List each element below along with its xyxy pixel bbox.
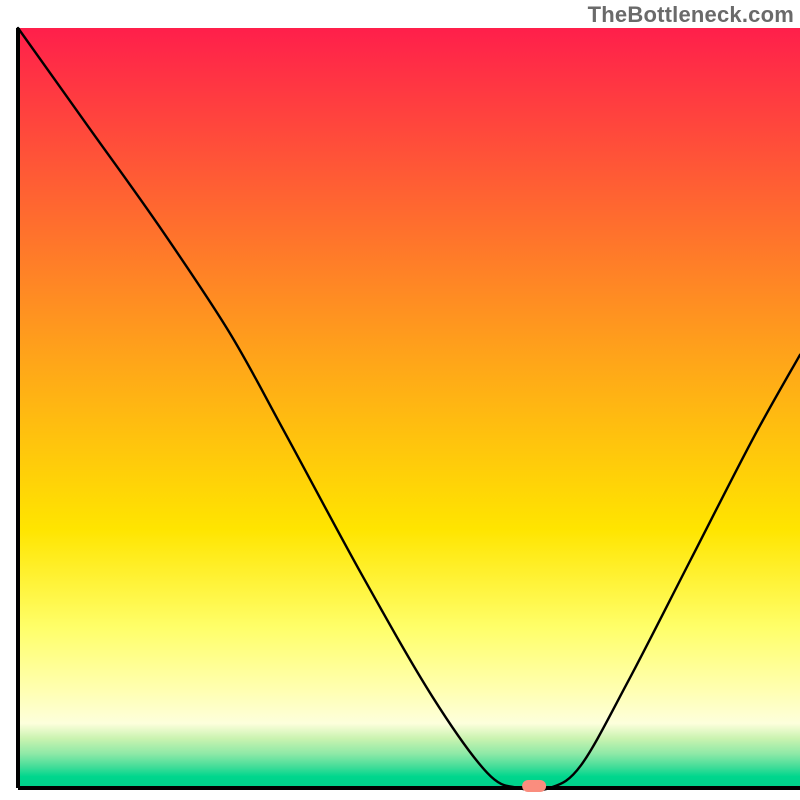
optimal-marker	[522, 780, 546, 792]
chart-container: TheBottleneck.com	[0, 0, 800, 800]
plot-area	[18, 28, 800, 788]
bottleneck-chart	[0, 0, 800, 800]
